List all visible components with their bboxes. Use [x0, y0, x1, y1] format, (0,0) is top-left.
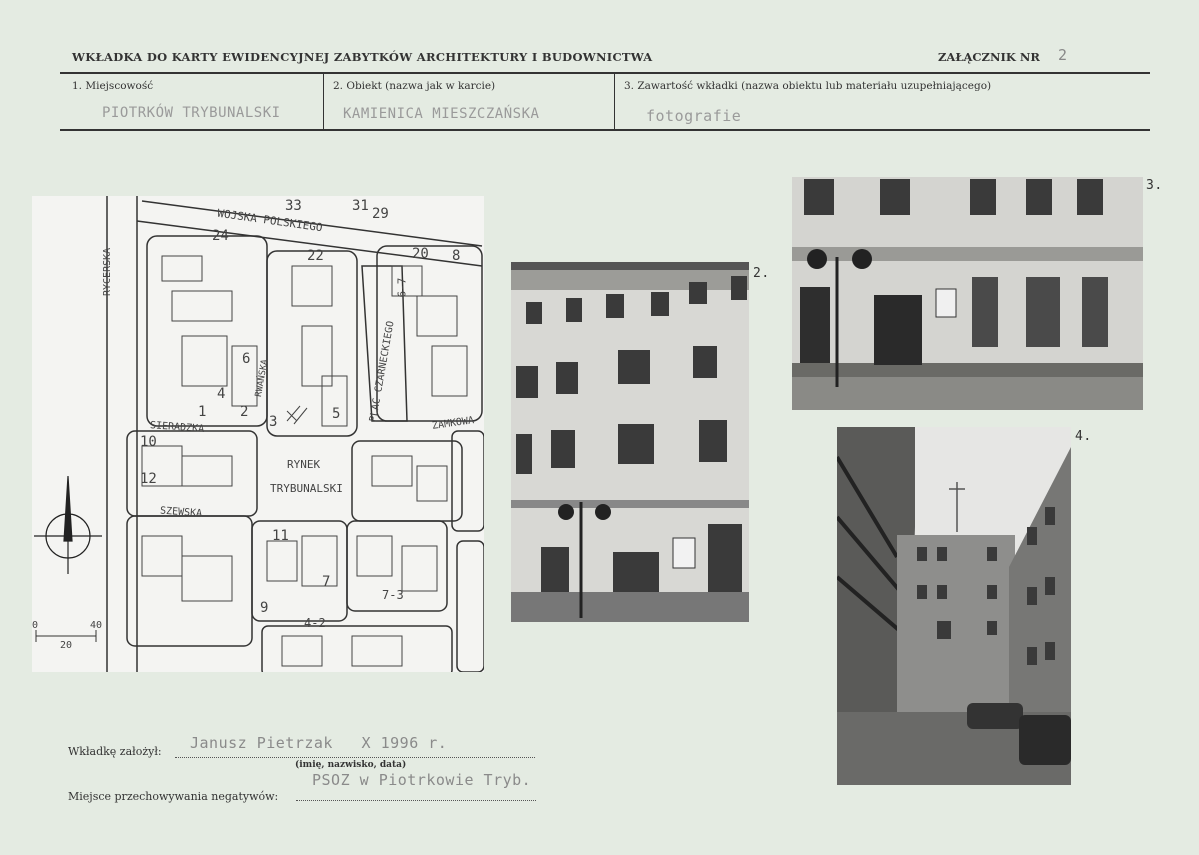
content-value: fotografie: [646, 107, 742, 125]
lot-number: 10: [140, 434, 157, 450]
photo-3-number: 3.: [1146, 178, 1163, 193]
photo-facade-front: [511, 262, 749, 622]
lot-number: 2: [240, 404, 249, 420]
attachment-number: 2: [1058, 46, 1068, 64]
content-label: 3. Zawartość wkładki (nazwa obiektu lub …: [624, 80, 992, 92]
lot-number: 5: [332, 406, 341, 422]
lot-number: 31: [352, 198, 369, 214]
header-rule-bottom: [60, 129, 1150, 131]
street-label-trybunalski: TRYBUNALSKI: [270, 482, 343, 495]
lot-number: 12: [140, 471, 157, 487]
author-hint: (imię, nazwisko, data): [295, 760, 407, 770]
scale-label-40: 40: [90, 620, 103, 631]
photo-facade-ground-floor-image: [792, 177, 1143, 410]
photo-facade-ground-floor: [792, 177, 1143, 410]
lot-number: 29: [372, 206, 389, 222]
attachment-label: ZAŁĄCZNIK NR: [938, 50, 1040, 64]
header-rule-top: [60, 72, 1150, 74]
lot-number: 8: [452, 248, 461, 264]
negatives-dotted-line: [296, 800, 536, 801]
author-dotted-line: [175, 757, 535, 758]
site-plan-map: WOJSKA POLSKIEGO RYCERSKA PLAC CZARNECKI…: [32, 196, 484, 672]
map-drawing: [34, 196, 484, 672]
record-card: WKŁADKA DO KARTY EWIDENCYJNEJ ZABYTKÓW A…: [0, 0, 1199, 855]
negatives-label: Miejsce przechowywania negatywów:: [68, 790, 279, 803]
lot-number: 4: [217, 386, 226, 402]
scale-label-0: 0: [32, 620, 39, 631]
photo-courtyard-image: [837, 427, 1071, 785]
lot-number: 6: [242, 351, 251, 367]
lot-number: 1: [198, 404, 207, 420]
author-value: Janusz Pietrzak X 1996 r.: [190, 734, 448, 752]
photo-2-number: 2.: [753, 266, 770, 281]
lot-number: 22: [307, 248, 324, 264]
object-label: 2. Obiekt (nazwa jak w karcie): [333, 80, 496, 92]
lot-number: 24: [212, 228, 229, 244]
lot-number: 20: [412, 246, 429, 262]
photo-4-number: 4.: [1075, 429, 1092, 444]
photo-courtyard: [837, 427, 1071, 785]
lot-number: 6-7: [395, 277, 409, 298]
negatives-value: PSOZ w Piotrkowie Tryb.: [312, 771, 532, 789]
lot-number: 9: [260, 600, 269, 616]
lot-number: 11: [272, 528, 289, 544]
field-divider-2: [614, 73, 615, 130]
locality-label: 1. Miejscowość: [72, 80, 154, 92]
street-label-rycerska: RYCERSKA: [102, 247, 113, 296]
object-value: KAMIENICA MIESZCZAŃSKA: [343, 106, 540, 122]
lot-number: 33: [285, 198, 302, 214]
street-label-rynek: RYNEK: [287, 458, 321, 471]
scale-label-20: 20: [60, 640, 73, 651]
card-title: WKŁADKA DO KARTY EWIDENCYJNEJ ZABYTKÓW A…: [72, 50, 653, 64]
photo-facade-front-image: [511, 262, 749, 622]
author-label: Wkładkę założył:: [68, 745, 162, 758]
lot-number: 3: [269, 414, 278, 430]
lot-number: 4-2: [304, 616, 326, 630]
locality-value: PIOTRKÓW TRYBUNALSKI: [102, 105, 281, 121]
lot-number: 7-3: [382, 588, 404, 602]
field-divider-1: [323, 73, 324, 130]
lot-number: 7: [322, 574, 331, 590]
